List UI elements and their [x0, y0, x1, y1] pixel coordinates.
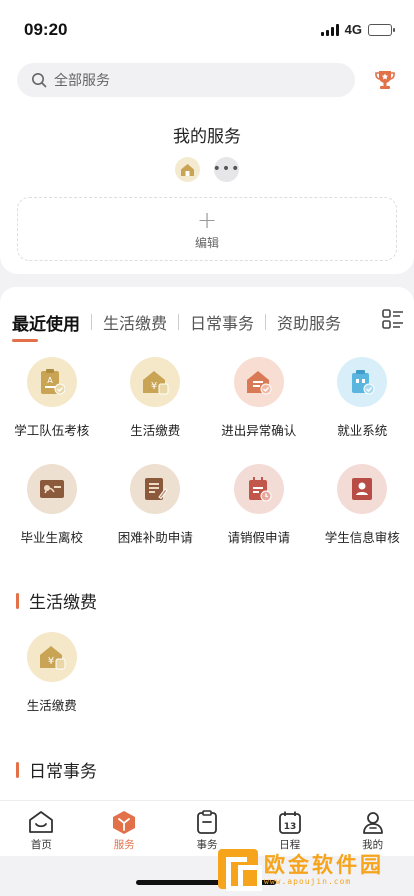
service-label: 困难补助申请 [117, 530, 193, 545]
category-list-icon[interactable] [382, 308, 404, 330]
active-tab-indicator [12, 339, 38, 342]
network-label: 4G [344, 22, 362, 37]
watermark-text: 欧金软件园 www.apoujin.com [264, 853, 384, 886]
watermark-name: 欧金软件园 [264, 852, 384, 877]
signal-icon [320, 23, 339, 36]
status-indicators: 4G [320, 22, 395, 37]
service-label: 进出异常确认 [221, 423, 297, 438]
section-marker [16, 761, 19, 778]
nav-label: 服务 [113, 839, 135, 851]
category-tabs: 最近使用 生活缴费 日常事务 资助服务 [12, 307, 404, 337]
edit-services-button[interactable]: + 编辑 [17, 197, 397, 261]
more-icon[interactable]: ••• [213, 157, 239, 182]
trophy-icon[interactable] [374, 68, 396, 92]
watermark: 欧金软件园 www.apoujin.com [218, 846, 408, 892]
status-time: 09:20 [24, 20, 68, 39]
service-item[interactable]: 进出异常确认 [207, 357, 311, 439]
calendar-clock-icon [233, 464, 284, 514]
house-yuan-icon: ¥ [26, 632, 77, 682]
search-placeholder: 全部服务 [54, 73, 110, 89]
diploma-icon [26, 464, 77, 514]
my-service-home-icon[interactable] [175, 157, 200, 182]
plus-icon: + [196, 205, 218, 234]
service-label: 毕业生离校 [20, 530, 83, 545]
status-bar: 09:20 4G [0, 0, 414, 56]
tab-divider [178, 314, 180, 330]
nav-label: 事务 [196, 839, 218, 851]
form-pen-icon [130, 464, 181, 514]
search-bar[interactable]: 全部服务 [17, 63, 355, 97]
svg-text:13: 13 [284, 822, 297, 832]
svg-text:¥: ¥ [151, 381, 157, 392]
service-item[interactable]: 请销假申请 [207, 464, 311, 546]
my-services-title: 我的服务 [173, 127, 241, 147]
my-services-icons: ••• [0, 157, 414, 182]
service-label: 就业系统 [337, 423, 388, 438]
battery-icon [368, 23, 395, 36]
clipboard-a-icon: A [26, 357, 77, 407]
service-label: 学工队伍考核 [14, 423, 90, 438]
section-row: ¥ 生活缴费 [0, 632, 414, 714]
tab-divider [265, 314, 267, 330]
tab-life-payment[interactable]: 生活缴费 [103, 310, 167, 334]
edit-label: 编辑 [194, 235, 219, 250]
service-item[interactable]: ¥ 生活缴费 [0, 632, 104, 714]
nav-label: 首页 [30, 839, 52, 851]
top-card: 全部服务 我的服务 ••• + 编辑 [0, 56, 414, 274]
recent-row: A 学工队伍考核 ¥ 生活缴费 进出异常确认 就业系统 [0, 357, 414, 439]
home-icon [29, 811, 54, 833]
watermark-url: www.apoujin.com [264, 876, 352, 886]
recent-row: 毕业生离校 困难补助申请 请销假申请 学生信息审核 [0, 464, 414, 546]
service-item[interactable]: 学生信息审核 [311, 464, 414, 546]
section-title-daily-affairs: 日常事务 [16, 757, 97, 782]
main-card: 最近使用 生活缴费 日常事务 资助服务 A 学工队伍考核 ¥ 生活缴费 进出异常… [0, 287, 414, 807]
tab-financial-aid[interactable]: 资助服务 [277, 310, 341, 334]
section-title-text: 生活缴费 [29, 593, 97, 613]
service-item[interactable]: ¥ 生活缴费 [104, 357, 208, 439]
service-item[interactable]: 毕业生离校 [0, 464, 104, 546]
house-check-icon [233, 357, 284, 407]
search-icon [32, 73, 47, 88]
house-yuan-icon: ¥ [130, 357, 181, 407]
section-title-text: 日常事务 [29, 762, 97, 782]
service-label: 生活缴费 [130, 423, 181, 438]
service-label: 请销假申请 [227, 530, 290, 545]
briefcase-check-icon [337, 357, 388, 407]
calendar-13-icon: 13 [278, 811, 301, 834]
nav-home[interactable]: 首页 [0, 801, 83, 856]
watermark-logo-icon [218, 849, 262, 891]
service-item[interactable]: A 学工队伍考核 [0, 357, 104, 439]
tab-recent[interactable]: 最近使用 [12, 310, 80, 335]
id-card-icon [337, 464, 388, 514]
clipboard-icon [197, 810, 217, 834]
service-item[interactable]: 就业系统 [311, 357, 414, 439]
service-label: 学生信息审核 [324, 530, 400, 545]
service-box-icon [113, 811, 136, 834]
svg-text:¥: ¥ [48, 656, 54, 667]
service-item[interactable]: 困难补助申请 [104, 464, 208, 546]
nav-service[interactable]: 服务 [83, 801, 166, 856]
service-label: 生活缴费 [26, 698, 77, 713]
tab-divider [91, 314, 92, 330]
tab-daily-affairs[interactable]: 日常事务 [190, 310, 254, 334]
user-icon [362, 812, 383, 834]
section-title-life-payment: 生活缴费 [16, 588, 97, 613]
section-marker [16, 592, 19, 609]
svg-text:A: A [47, 376, 53, 385]
